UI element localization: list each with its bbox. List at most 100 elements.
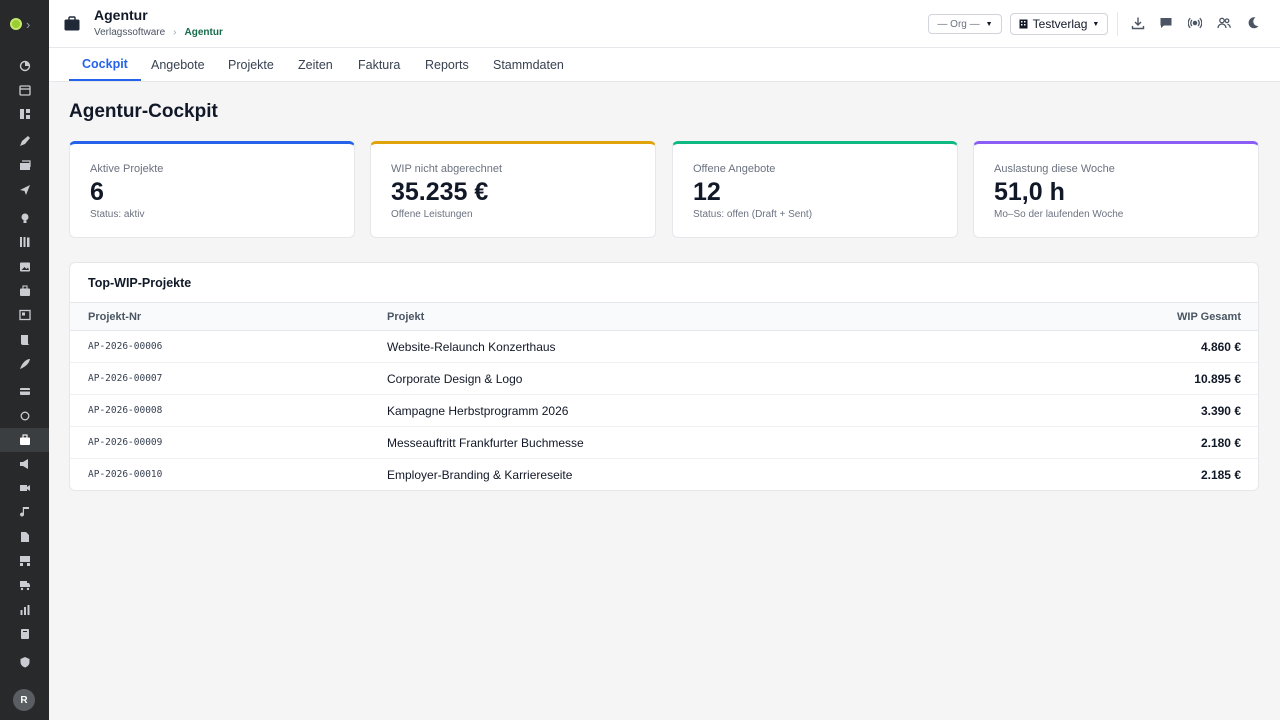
kpi-label: Aktive Projekte [90,163,164,175]
breadcrumb-item-agentur: Agentur [184,27,223,38]
org-select[interactable]: — Org — ▼ [928,14,1002,34]
sidebar-item-library[interactable] [0,231,49,253]
sidebar-item-file[interactable] [0,526,49,548]
calendar-icon [18,85,31,96]
sidebar-item-calendar[interactable] [0,79,49,101]
tab-cockpit[interactable]: Cockpit [69,48,141,81]
sidebar-item-feather[interactable] [0,353,49,375]
feather-icon [19,359,30,369]
kpi-subtext: Offene Leistungen [391,209,473,220]
cell-wip-gesamt: 2.185 € [1200,468,1241,482]
cell-wip-gesamt: 10.895 € [1194,372,1241,386]
music-icon [19,507,29,517]
send-icon [19,185,30,195]
kpi-card-wip: WIP nicht abgerechnet 35.235 € Offene Le… [370,141,656,238]
kpi-value: 35.235 € [391,178,489,206]
bulb-icon [21,213,28,223]
sidebar-item-wallet[interactable] [0,380,49,402]
briefcase-icon [64,16,80,31]
sidebar-item-edit[interactable] [0,130,49,152]
briefcase-icon [19,285,30,296]
truck-icon [19,581,30,591]
sidebar-item-send[interactable] [0,179,49,201]
table-row[interactable]: AP-2026-00009 Messeauftritt Frankfurter … [70,427,1258,459]
cell-wip-gesamt: 4.860 € [1200,340,1241,354]
sidebar-item-shield[interactable] [0,651,49,673]
app-logo [10,18,22,30]
tab-reports[interactable]: Reports [412,48,482,81]
kpi-label: Offene Angebote [693,163,776,175]
cell-projekt-nr: AP-2026-00009 [88,437,163,448]
kpi-subtext: Status: aktiv [90,209,145,220]
scroll-icon [20,335,30,345]
sidebar-header[interactable]: › [0,0,49,48]
kpi-value: 12 [693,178,721,206]
users-icon[interactable] [1216,15,1232,31]
kpi-label: WIP nicht abgerechnet [391,163,503,175]
sidebar: › R [0,0,49,720]
shield-icon [20,657,29,668]
column-header-projekt-nr[interactable]: Projekt-Nr [88,311,141,323]
sidebar-item-image[interactable] [0,256,49,278]
kpi-subtext: Status: offen (Draft + Sent) [693,209,813,220]
cell-projekt-nr: AP-2026-00008 [88,405,163,416]
sidebar-item-megaphone[interactable] [0,453,49,475]
chevron-right-icon[interactable]: › [26,18,30,31]
agency-icon [19,434,30,445]
image-icon [19,262,30,272]
sidebar-item-dashboard[interactable] [0,55,49,77]
sidebar-item-news[interactable] [0,304,49,326]
sidebar-item-video[interactable] [0,477,49,499]
kpi-card-offene-angebote: Offene Angebote 12 Status: offen (Draft … [672,141,958,238]
breadcrumb: Verlagssoftware › Agentur [94,27,223,38]
column-header-projekt[interactable]: Projekt [387,311,424,323]
video-icon [19,485,30,491]
sidebar-item-agency[interactable] [0,428,49,452]
tab-bar: Cockpit Angebote Projekte Zeiten Faktura… [49,48,1280,82]
breadcrumb-item-verlagssoftware[interactable]: Verlagssoftware [94,27,165,38]
breadcrumb-separator-icon: › [173,27,177,38]
tab-faktura[interactable]: Faktura [345,48,413,81]
sidebar-item-scroll[interactable] [0,329,49,351]
column-header-wip-gesamt[interactable]: WIP Gesamt [1177,311,1241,323]
kpi-subtext: Mo–So der laufenden Woche [994,209,1124,220]
download-icon[interactable] [1130,15,1146,31]
tab-stammdaten[interactable]: Stammdaten [480,48,577,81]
table-row[interactable]: AP-2026-00007 Corporate Design & Logo 10… [70,363,1258,395]
sidebar-item-truck[interactable] [0,574,49,596]
cell-projekt: Website-Relaunch Konzerthaus [387,340,556,354]
caret-down-icon: ▼ [985,20,993,28]
file-icon [20,532,29,542]
tab-projekte[interactable]: Projekte [215,48,287,81]
sidebar-item-bulb[interactable] [0,207,49,229]
sidebar-item-document[interactable] [0,623,49,645]
cell-projekt: Employer-Branding & Karriereseite [387,468,573,482]
sidebar-item-grid[interactable] [0,103,49,125]
tab-zeiten[interactable]: Zeiten [285,48,346,81]
stack-icon [19,160,31,170]
chat-icon[interactable] [1158,15,1174,31]
building-icon [1019,19,1028,29]
cell-projekt-nr: AP-2026-00006 [88,341,163,352]
sidebar-item-circle[interactable] [0,405,49,427]
top-wip-panel: Top-WIP-Projekte Projekt-Nr Projekt WIP … [69,262,1259,491]
table-row[interactable]: AP-2026-00008 Kampagne Herbstprogramm 20… [70,395,1258,427]
table-row[interactable]: AP-2026-00006 Website-Relaunch Konzertha… [70,331,1258,363]
sidebar-item-briefcase[interactable] [0,280,49,302]
sidebar-item-stack[interactable] [0,155,49,177]
grid-icon [19,109,30,119]
verlag-select[interactable]: Testverlag ▼ [1010,13,1108,35]
table-row[interactable]: AP-2026-00010 Employer-Branding & Karrie… [70,459,1258,490]
cell-wip-gesamt: 3.390 € [1200,404,1241,418]
broadcast-icon[interactable] [1187,15,1203,31]
avatar[interactable]: R [13,689,35,711]
sidebar-item-chart[interactable] [0,599,49,621]
sidebar-item-store[interactable] [0,550,49,572]
kpi-card-auslastung: Auslastung diese Woche 51,0 h Mo–So der … [973,141,1259,238]
table-header: Projekt-Nr Projekt WIP Gesamt [70,302,1258,331]
tab-angebote[interactable]: Angebote [138,48,218,81]
sidebar-item-music[interactable] [0,501,49,523]
moon-icon[interactable] [1245,15,1261,31]
org-select-value: — Org — [937,18,980,30]
top-header: Agentur Verlagssoftware › Agentur — Org … [49,0,1280,48]
